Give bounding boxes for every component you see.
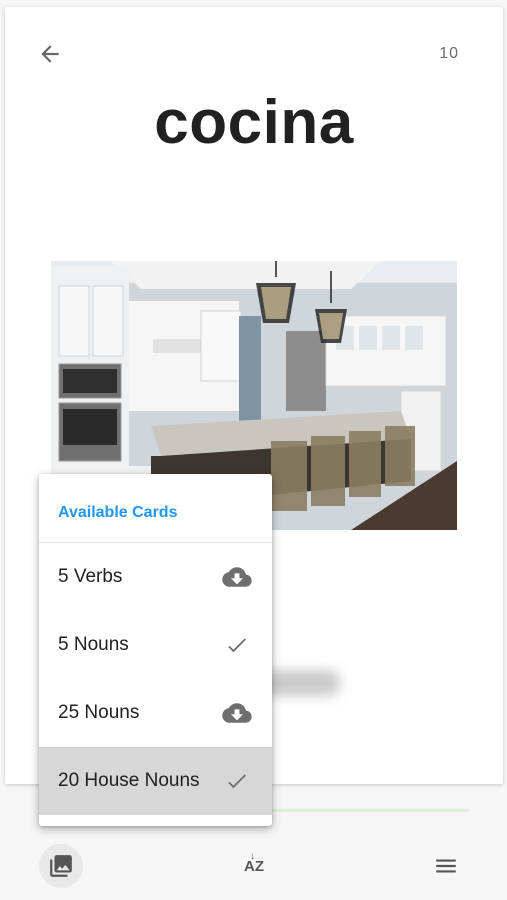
gallery-button[interactable] [39,844,83,888]
blurred-translation [260,670,340,696]
popup-title: Available Cards [39,474,272,543]
deck-item-label: 5 Nouns [58,634,129,655]
sort-az-icon: ↓ AZ [244,850,264,875]
available-cards-popup: Available Cards 5 Verbs 5 Nouns 25 Nouns… [39,474,272,826]
menu-button[interactable] [424,844,468,888]
bottom-toolbar: ↓ AZ [0,840,507,896]
deck-item-label: 25 Nouns [58,702,140,723]
deck-item-label: 20 House Nouns [58,770,200,791]
check-icon [221,631,253,659]
hamburger-menu-icon [436,859,456,873]
deck-item-5-verbs[interactable]: 5 Verbs [39,543,272,611]
cloud-download-icon [221,699,253,727]
check-icon [221,767,253,795]
image-gallery-icon [50,855,72,877]
flashcard-word: cocina [154,88,354,157]
arrow-left-icon [41,45,59,63]
cloud-download-icon [221,563,253,591]
deck-item-label: 5 Verbs [58,566,123,587]
deck-item-20-house-nouns[interactable]: 20 House Nouns [39,747,272,815]
deck-item-5-nouns[interactable]: 5 Nouns [39,611,272,679]
sort-button[interactable]: ↓ AZ [232,844,276,888]
back-button[interactable] [37,41,63,67]
card-count: 10 [439,45,459,62]
deck-item-25-nouns[interactable]: 25 Nouns [39,679,272,747]
